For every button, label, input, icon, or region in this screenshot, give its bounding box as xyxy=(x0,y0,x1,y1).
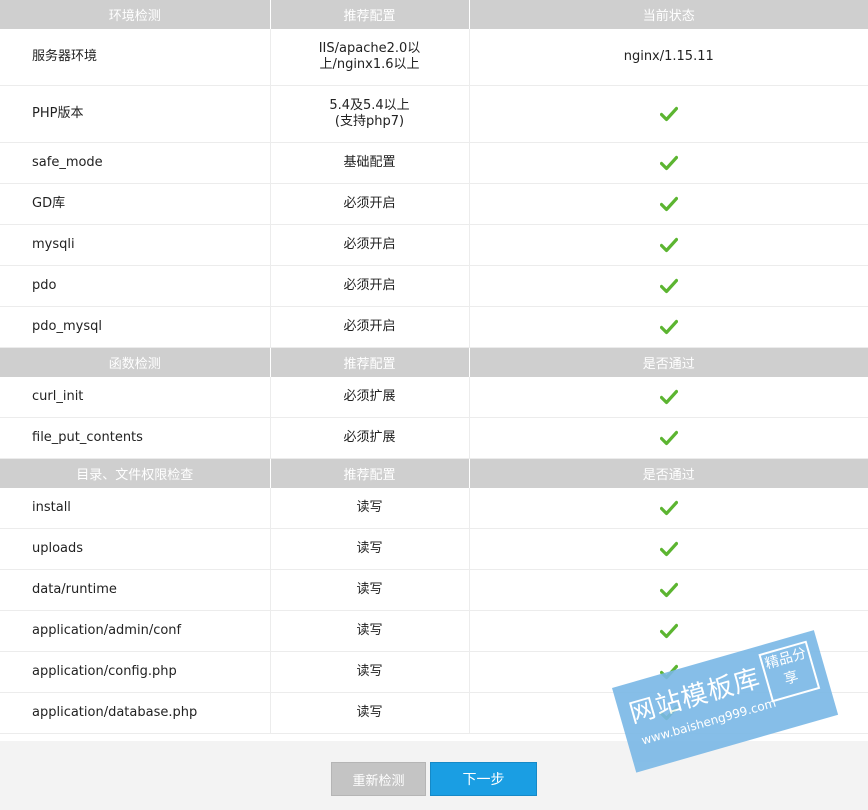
section-header-status: 是否通过 xyxy=(469,347,868,377)
check-item-name: application/database.php xyxy=(0,692,271,734)
recommended-config: 5.4及5.4以上 (支持php7) xyxy=(270,85,470,143)
status-cell xyxy=(469,265,868,307)
green-check-icon xyxy=(659,196,678,212)
check-item-name: curl_init xyxy=(0,377,271,418)
recommended-config: 读写 xyxy=(270,610,470,652)
table-row: PHP版本 5.4及5.4以上 (支持php7) xyxy=(0,85,868,143)
recommended-config: 读写 xyxy=(270,569,470,611)
watermark-badge: 精品分享 xyxy=(758,640,821,703)
green-check-icon xyxy=(659,582,678,598)
recommended-config: IIS/apache2.0以 上/nginx1.6以上 xyxy=(270,29,470,86)
green-check-icon xyxy=(659,623,678,639)
check-item-name: uploads xyxy=(0,528,271,570)
status-cell xyxy=(469,183,868,225)
section-header-name: 环境检测 xyxy=(0,0,271,29)
check-item-name: install xyxy=(0,488,271,529)
section-header-status: 当前状态 xyxy=(469,0,868,29)
current-status-value: nginx/1.15.11 xyxy=(469,29,868,86)
green-check-icon xyxy=(659,237,678,253)
recommended-config: 读写 xyxy=(270,692,470,734)
recommended-config: 必须扩展 xyxy=(270,377,470,418)
recommended-config: 必须扩展 xyxy=(270,417,470,459)
status-cell xyxy=(469,224,868,266)
section-header-status: 是否通过 xyxy=(469,458,868,488)
table-row: application/admin/conf 读写 xyxy=(0,610,868,652)
environment-check-table: 环境检测 推荐配置 当前状态 服务器环境 IIS/apache2.0以 上/nginx1… xyxy=(0,0,868,734)
next-step-button[interactable]: 下一步 xyxy=(430,762,537,796)
recommended-config: 必须开启 xyxy=(270,265,470,307)
table-row: safe_mode 基础配置 xyxy=(0,142,868,184)
recommended-config: 基础配置 xyxy=(270,142,470,184)
green-check-icon xyxy=(659,389,678,405)
section-header-row: 函数检测 推荐配置 是否通过 xyxy=(0,347,868,377)
section-header-row: 目录、文件权限检查 推荐配置 是否通过 xyxy=(0,458,868,488)
status-cell xyxy=(469,569,868,611)
green-check-icon xyxy=(659,155,678,171)
table-row: pdo 必须开启 xyxy=(0,265,868,307)
table-row: data/runtime 读写 xyxy=(0,569,868,611)
table-body: 环境检测 推荐配置 当前状态 服务器环境 IIS/apache2.0以 上/nginx1… xyxy=(0,0,868,734)
table-row: 服务器环境 IIS/apache2.0以 上/nginx1.6以上 nginx/1.… xyxy=(0,29,868,86)
recommended-config: 必须开启 xyxy=(270,306,470,348)
green-check-icon xyxy=(659,541,678,557)
recommended-config: 读写 xyxy=(270,528,470,570)
section-header-row: 环境检测 推荐配置 当前状态 xyxy=(0,0,868,29)
table-row: GD库 必须开启 xyxy=(0,183,868,225)
section-header-name: 函数检测 xyxy=(0,347,271,377)
check-item-name: PHP版本 xyxy=(0,85,271,143)
green-check-icon xyxy=(659,106,678,122)
status-cell xyxy=(469,417,868,459)
section-header-recommend: 推荐配置 xyxy=(270,0,470,29)
recheck-button[interactable]: 重新检测 xyxy=(331,762,426,796)
green-check-icon xyxy=(659,500,678,516)
recommended-config: 读写 xyxy=(270,651,470,693)
table-row: uploads 读写 xyxy=(0,528,868,570)
table-row: curl_init 必须扩展 xyxy=(0,377,868,418)
section-header-recommend: 推荐配置 xyxy=(270,458,470,488)
check-item-name: pdo xyxy=(0,265,271,307)
check-item-name: application/admin/conf xyxy=(0,610,271,652)
table-row: file_put_contents 必须扩展 xyxy=(0,417,868,459)
green-check-icon xyxy=(659,278,678,294)
status-cell xyxy=(469,528,868,570)
check-item-name: pdo_mysql xyxy=(0,306,271,348)
recommended-config: 读写 xyxy=(270,488,470,529)
status-cell xyxy=(469,306,868,348)
check-item-name: application/config.php xyxy=(0,651,271,693)
section-header-recommend: 推荐配置 xyxy=(270,347,470,377)
footer-bar: 重新检测 下一步 xyxy=(0,741,868,810)
check-item-name: data/runtime xyxy=(0,569,271,611)
green-check-icon xyxy=(659,319,678,335)
green-check-icon xyxy=(659,430,678,446)
check-item-name: file_put_contents xyxy=(0,417,271,459)
check-item-name: GD库 xyxy=(0,183,271,225)
status-cell xyxy=(469,488,868,529)
table-row: pdo_mysql 必须开启 xyxy=(0,306,868,348)
check-item-name: mysqli xyxy=(0,224,271,266)
status-cell xyxy=(469,85,868,143)
status-cell xyxy=(469,142,868,184)
table-row: install 读写 xyxy=(0,488,868,529)
check-item-name: safe_mode xyxy=(0,142,271,184)
check-item-name: 服务器环境 xyxy=(0,29,271,86)
section-header-name: 目录、文件权限检查 xyxy=(0,458,271,488)
recommended-config: 必须开启 xyxy=(270,224,470,266)
status-cell xyxy=(469,377,868,418)
recommended-config: 必须开启 xyxy=(270,183,470,225)
table-row: mysqli 必须开启 xyxy=(0,224,868,266)
